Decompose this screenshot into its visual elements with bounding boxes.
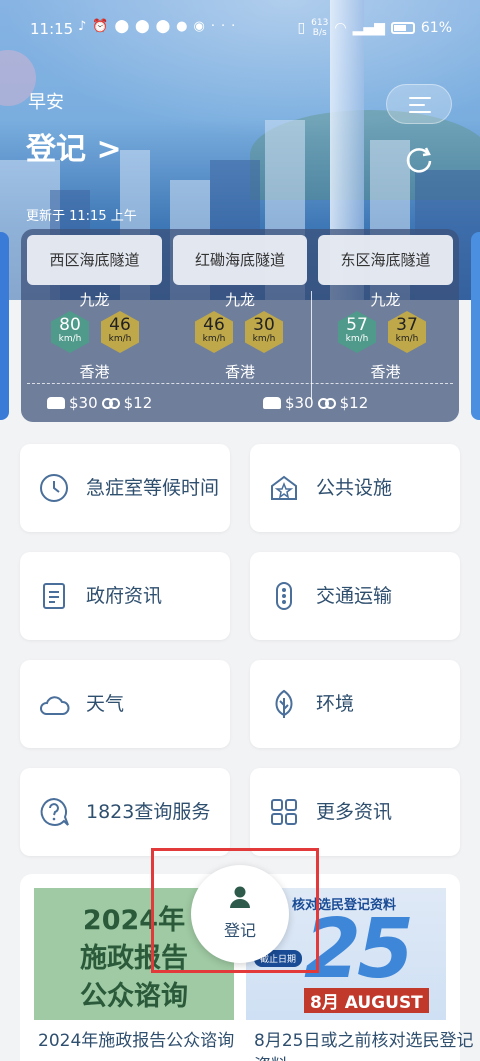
notification-icons: ♪⏰⬤⬤⬤●◉··· bbox=[78, 19, 242, 34]
service-label: 更多资讯 bbox=[316, 801, 393, 823]
grid-icon bbox=[271, 799, 297, 825]
speed-value: 37 bbox=[396, 315, 418, 335]
service-weather[interactable]: 天气 bbox=[20, 660, 230, 748]
service-label: 天气 bbox=[86, 693, 125, 715]
signal-icon: ▂▄▆ bbox=[352, 20, 385, 36]
traffic-light-icon bbox=[276, 582, 292, 610]
speed-unit: km/h bbox=[58, 334, 82, 344]
speed-hex: 46 km/h bbox=[195, 311, 233, 353]
battery-percent: 61% bbox=[420, 20, 452, 36]
tunnel-from: 九龙 bbox=[79, 291, 110, 309]
toll-right: $30 $12 bbox=[263, 394, 368, 412]
refresh-icon[interactable] bbox=[404, 144, 434, 174]
speed-hex: 46 km/h bbox=[101, 311, 139, 353]
wifi-icon: ◠ bbox=[334, 20, 347, 36]
motorcycle-icon bbox=[101, 397, 120, 409]
speed-value: 30 bbox=[253, 315, 275, 335]
highlight-box bbox=[151, 848, 319, 973]
tunnel-from: 九龙 bbox=[224, 291, 255, 309]
menu-line bbox=[409, 104, 425, 106]
service-label: 1823查询服务 bbox=[86, 801, 211, 823]
tunnel-to: 香港 bbox=[224, 363, 255, 381]
vibrate-icon: ▯ bbox=[297, 20, 306, 36]
speed-value: 46 bbox=[203, 315, 225, 335]
service-gov-info[interactable]: 政府资讯 bbox=[20, 552, 230, 640]
motorcycle-icon bbox=[317, 397, 336, 409]
news-image-month: 8月 AUGUST bbox=[304, 988, 429, 1013]
service-more-info[interactable]: 更多资讯 bbox=[250, 768, 460, 856]
news-image-number: 25 bbox=[304, 902, 414, 997]
service-label: 政府资讯 bbox=[86, 585, 163, 607]
speed-unit: km/h bbox=[252, 334, 276, 344]
speed-unit: km/h bbox=[395, 334, 419, 344]
speed-hex: 37 km/h bbox=[388, 311, 426, 353]
service-ae-waiting-time[interactable]: 急症室等候时间 bbox=[20, 444, 230, 532]
car-toll: $30 bbox=[69, 394, 98, 412]
service-transport[interactable]: 交通运输 bbox=[250, 552, 460, 640]
net-speed: 613 B/s bbox=[311, 18, 328, 38]
speed-hex: 80 km/h bbox=[51, 311, 89, 353]
tunnel-name: 红磡海底隧道 bbox=[173, 235, 307, 285]
service-label: 交通运输 bbox=[316, 585, 393, 607]
tunnel-from: 九龙 bbox=[370, 291, 401, 309]
tunnel-name: 西区海底隧道 bbox=[27, 235, 162, 285]
speed-hex: 30 km/h bbox=[245, 311, 283, 353]
car-toll: $30 bbox=[285, 394, 314, 412]
tunnel-traffic-card[interactable]: 西区海底隧道 九龙 80 km/h 46 km/h 香港 红磡海底隧道 九龙 4… bbox=[21, 229, 459, 422]
carousel-prev-card[interactable] bbox=[0, 232, 9, 420]
clock-icon bbox=[40, 474, 68, 502]
speed-value: 80 bbox=[59, 315, 81, 335]
service-1823-enquiry[interactable]: 1823查询服务 bbox=[20, 768, 230, 856]
speed-unit: km/h bbox=[202, 334, 226, 344]
status-time: 11:15 bbox=[30, 20, 74, 38]
speed-hex: 57 km/h bbox=[338, 311, 376, 353]
tunnel-name: 东区海底隧道 bbox=[318, 235, 453, 285]
dashed-separator bbox=[27, 383, 453, 384]
news-caption[interactable]: 8月25日或之前核对选民登记资料 bbox=[254, 1026, 480, 1061]
carousel-next-card[interactable] bbox=[471, 232, 480, 420]
service-label: 急症室等候时间 bbox=[86, 477, 220, 499]
news-caption[interactable]: 2024年施政报告公众谘询 bbox=[38, 1026, 234, 1051]
cloud-icon bbox=[40, 696, 70, 715]
service-label: 公共设施 bbox=[316, 477, 393, 499]
status-right: ▯ 613 B/s ◠ ▂▄▆ 61% bbox=[297, 18, 452, 38]
speed-unit: km/h bbox=[108, 334, 132, 344]
menu-button[interactable] bbox=[386, 84, 452, 124]
bike-toll: $12 bbox=[123, 394, 153, 412]
car-icon bbox=[263, 397, 281, 409]
updated-time: 更新于 11:15 上午 bbox=[26, 209, 137, 224]
net-speed-value: 613 bbox=[311, 18, 329, 28]
tunnel-to: 香港 bbox=[79, 363, 110, 381]
car-icon bbox=[47, 397, 65, 409]
toll-left: $30 $12 bbox=[47, 394, 152, 412]
leaf-icon bbox=[275, 689, 293, 718]
house-star-icon bbox=[271, 475, 297, 500]
question-bubble-icon bbox=[40, 797, 69, 826]
service-label: 环境 bbox=[316, 693, 355, 715]
tunnel-to: 香港 bbox=[370, 363, 401, 381]
status-bar: 11:15 ♪⏰⬤⬤⬤●◉··· ▯ 613 B/s ◠ ▂▄▆ 61% bbox=[0, 0, 480, 60]
login-link[interactable]: 登记 > bbox=[26, 124, 122, 168]
bike-toll: $12 bbox=[339, 394, 369, 412]
menu-line bbox=[409, 97, 431, 99]
speed-value: 46 bbox=[109, 315, 131, 335]
menu-line bbox=[409, 111, 431, 113]
net-speed-unit: B/s bbox=[312, 28, 327, 38]
news-image-line: 公众谘询 bbox=[80, 981, 188, 1012]
battery-icon bbox=[390, 22, 415, 34]
speed-unit: km/h bbox=[345, 334, 369, 344]
speed-value: 57 bbox=[346, 315, 368, 335]
document-icon bbox=[43, 583, 65, 609]
service-public-facilities[interactable]: 公共设施 bbox=[250, 444, 460, 532]
greeting: 早安 bbox=[28, 92, 64, 113]
service-environment[interactable]: 环境 bbox=[250, 660, 460, 748]
